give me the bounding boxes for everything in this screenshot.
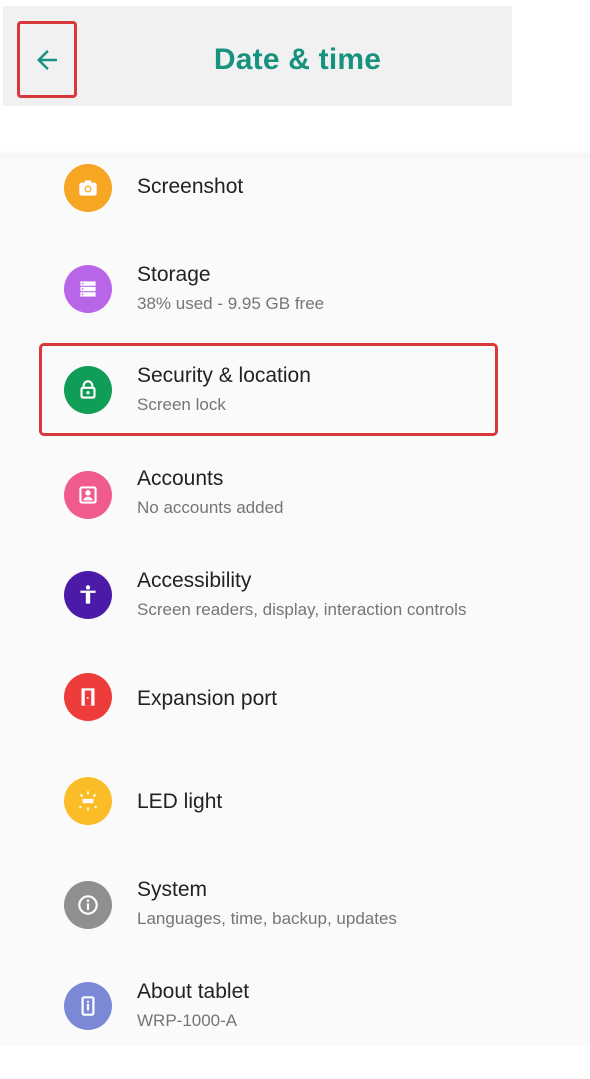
settings-item-accessibility[interactable]: Accessibility Screen readers, display, i… — [0, 568, 590, 668]
door-icon — [64, 673, 112, 721]
settings-item-about-tablet[interactable]: About tablet WRP-1000-A — [0, 979, 590, 1079]
settings-item-led-light[interactable]: LED light — [0, 775, 590, 875]
settings-item-summary: No accounts added — [137, 498, 284, 517]
settings-item-system[interactable]: System Languages, time, backup, updates — [0, 877, 590, 977]
tablet-icon — [64, 982, 112, 1030]
settings-item-summary: Languages, time, backup, updates — [137, 909, 397, 928]
account-icon — [64, 471, 112, 519]
settings-item-label: Screenshot — [137, 175, 244, 198]
page-title: Date & time — [213, 43, 382, 76]
camera-icon — [64, 164, 112, 212]
settings-item-label: LED light — [137, 790, 223, 813]
info-icon — [64, 881, 112, 929]
settings-item-label: Accounts — [137, 467, 224, 490]
settings-item-expansion-port[interactable]: Expansion port — [0, 672, 590, 772]
settings-item-label: Storage — [137, 263, 211, 286]
settings-item-label: About tablet — [137, 980, 250, 1003]
settings-item-summary: 38% used - 9.95 GB free — [137, 294, 325, 313]
app-bar: Date & time — [3, 6, 512, 106]
light-icon — [64, 777, 112, 825]
storage-icon — [64, 265, 112, 313]
accessibility-icon — [64, 571, 112, 619]
settings-item-label: Expansion port — [137, 687, 278, 710]
selection-highlight — [39, 343, 498, 436]
settings-item-summary: WRP-1000-A — [137, 1011, 238, 1030]
settings-item-accounts[interactable]: Accounts No accounts added — [0, 466, 590, 566]
settings-item-screenshot[interactable]: Screenshot — [0, 162, 590, 262]
settings-item-summary: Screen readers, display, interaction con… — [137, 600, 467, 619]
settings-item-label: Accessibility — [137, 569, 252, 592]
settings-item-label: System — [137, 878, 208, 901]
